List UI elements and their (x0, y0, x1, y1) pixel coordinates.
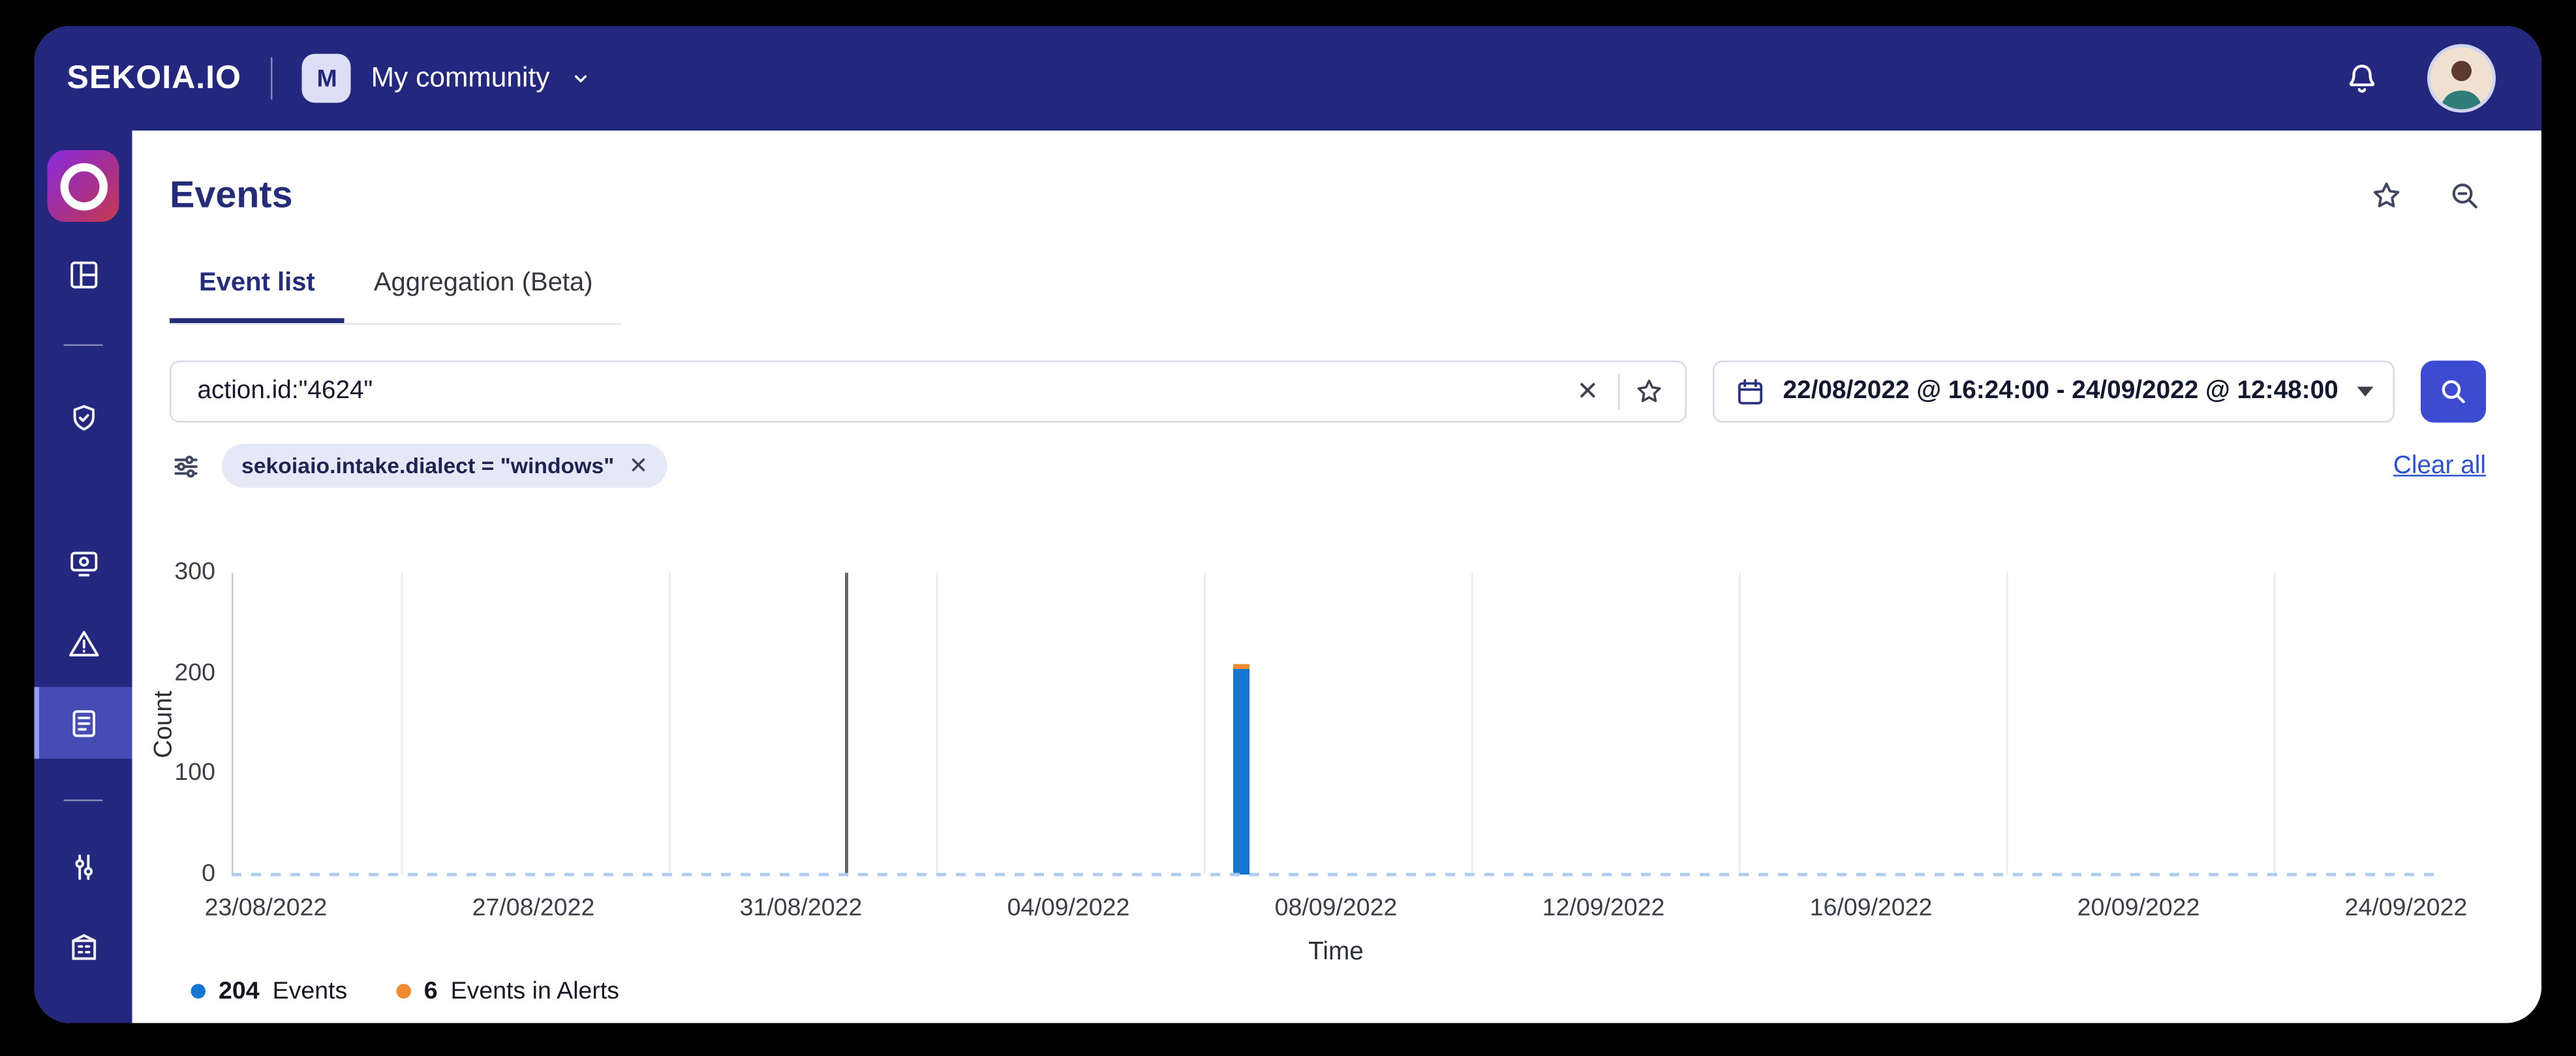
saved-search-icon[interactable] (2447, 177, 2483, 213)
app-body: Events Event list Aggregation (Beta) act… (34, 131, 2542, 1023)
x-tick-label: 23/08/2022 (204, 894, 328, 922)
page-title: Events (170, 173, 293, 215)
main-content: Events Event list Aggregation (Beta) act… (132, 131, 2542, 1023)
y-tick-label: 0 (202, 860, 215, 888)
bar-segment-events (1233, 669, 1250, 875)
zero-dashed-line (232, 873, 2440, 877)
date-range-value: 22/08/2022 @ 16:24:00 - 24/09/2022 @ 12:… (1783, 377, 2338, 405)
events-list-icon (72, 709, 95, 737)
sidebar-item-intelligence[interactable] (35, 382, 132, 454)
chart-marker-line (845, 572, 848, 875)
save-query-star-icon[interactable] (1633, 375, 1666, 408)
query-input-value[interactable]: action.id:"4624" (198, 377, 1571, 407)
sidebar-item-events[interactable] (34, 687, 132, 759)
vertical-gridline (936, 572, 938, 875)
filter-row: sekoiaio.intake.dialect = "windows" ✕ Cl… (170, 444, 2486, 488)
sidebar (34, 131, 132, 1023)
alert-triangle-icon (68, 630, 99, 656)
tab-bar: Event list Aggregation (Beta) (170, 260, 622, 325)
sidebar-item-logo[interactable] (47, 150, 119, 222)
top-navbar: SEKOIA.IO M My community (34, 26, 2541, 131)
input-separator (1618, 373, 1620, 410)
shield-check-icon (72, 404, 94, 430)
legend-dot-orange (396, 984, 411, 999)
vertical-gridline (668, 572, 671, 875)
community-badge[interactable]: M (302, 54, 352, 103)
x-tick-label: 24/09/2022 (2344, 894, 2468, 922)
legend-item-events[interactable]: 204 Events (191, 977, 348, 1006)
building-icon (71, 933, 95, 959)
tuner-icon (74, 854, 92, 879)
monitor-record-icon (69, 551, 97, 576)
chart-legend: 204 Events 6 Events in Alerts (191, 977, 2542, 1006)
y-tick-label: 200 (174, 659, 215, 687)
date-range-picker[interactable]: 22/08/2022 @ 16:24:00 - 24/09/2022 @ 12:… (1713, 360, 2395, 423)
x-tick-label: 16/09/2022 (1809, 894, 1933, 922)
app-window: SEKOIA.IO M My community Events Event li… (34, 26, 2542, 1023)
tab-event-list[interactable]: Event list (170, 260, 345, 323)
sidebar-divider (63, 344, 103, 346)
bell-icon[interactable] (2342, 59, 2382, 98)
navbar-divider (270, 57, 273, 100)
vertical-gridline (2274, 572, 2276, 875)
sekoia-logo-icon (59, 162, 107, 210)
filter-adjustments-icon[interactable] (170, 450, 202, 482)
vertical-gridline (401, 572, 403, 875)
filter-chip[interactable]: sekoiaio.intake.dialect = "windows" ✕ (222, 444, 668, 488)
search-button[interactable] (2421, 360, 2486, 423)
screen: SEKOIA.IO M My community Events Event li… (0, 0, 2576, 1056)
tab-aggregation[interactable]: Aggregation (Beta) (345, 260, 622, 324)
x-tick-label: 27/08/2022 (472, 894, 595, 922)
legend-count: 204 (219, 977, 260, 1006)
plot-area[interactable] (232, 572, 2442, 875)
y-tick-label: 100 (174, 759, 215, 787)
search-icon (2442, 380, 2465, 403)
legend-count: 6 (423, 977, 438, 1006)
caret-down-icon (2357, 386, 2374, 397)
search-row: action.id:"4624" ✕ 22/08/2022 @ 16:24:00… (170, 360, 2486, 423)
sidebar-item-organization[interactable] (35, 910, 132, 982)
favorite-star-icon[interactable] (2369, 177, 2404, 213)
sidebar-item-telemetry[interactable] (35, 527, 132, 599)
x-tick-label: 04/09/2022 (1007, 894, 1130, 922)
sidebar-divider (63, 800, 103, 801)
x-axis-title: Time (1308, 938, 1364, 967)
clear-all-link[interactable]: Clear all (2393, 451, 2486, 480)
chevron-down-icon[interactable] (570, 67, 592, 90)
event-bar[interactable] (1233, 663, 1250, 875)
community-selector-label[interactable]: My community (371, 62, 550, 95)
page-header: Events (170, 173, 2483, 217)
remove-filter-icon[interactable]: ✕ (629, 452, 648, 480)
legend-dot-blue (191, 984, 206, 999)
vertical-gridline (2006, 572, 2008, 875)
vertical-gridline (1203, 572, 1206, 875)
user-avatar[interactable] (2427, 44, 2496, 113)
query-input[interactable]: action.id:"4624" ✕ (170, 360, 1687, 423)
vertical-gridline (1739, 572, 1741, 875)
sidebar-item-playbooks[interactable] (35, 831, 132, 903)
sidebar-item-alerts[interactable] (35, 607, 132, 679)
x-tick-label: 12/09/2022 (1542, 894, 1665, 922)
filter-chip-label: sekoiaio.intake.dialect = "windows" (241, 454, 615, 478)
dashboard-icon (69, 260, 97, 288)
brand-logo[interactable]: SEKOIA.IO (67, 59, 241, 97)
sidebar-item-dashboard[interactable] (35, 238, 132, 310)
x-tick-label: 31/08/2022 (739, 894, 863, 922)
x-tick-label: 08/09/2022 (1274, 894, 1398, 922)
chart: Count Time 0 100 200 300 23/08/2022 27/08/202… (150, 553, 2467, 966)
legend-label: Events in Alerts (450, 977, 620, 1006)
bar-segment-events-in-alerts (1233, 663, 1250, 670)
vertical-gridline (1471, 572, 1473, 875)
legend-item-events-in-alerts[interactable]: 6 Events in Alerts (396, 977, 620, 1006)
legend-label: Events (272, 977, 348, 1006)
y-tick-label: 300 (174, 558, 215, 586)
clear-query-icon[interactable]: ✕ (1570, 375, 1605, 408)
x-tick-label: 20/09/2022 (2077, 894, 2200, 922)
calendar-icon (1738, 379, 1763, 405)
